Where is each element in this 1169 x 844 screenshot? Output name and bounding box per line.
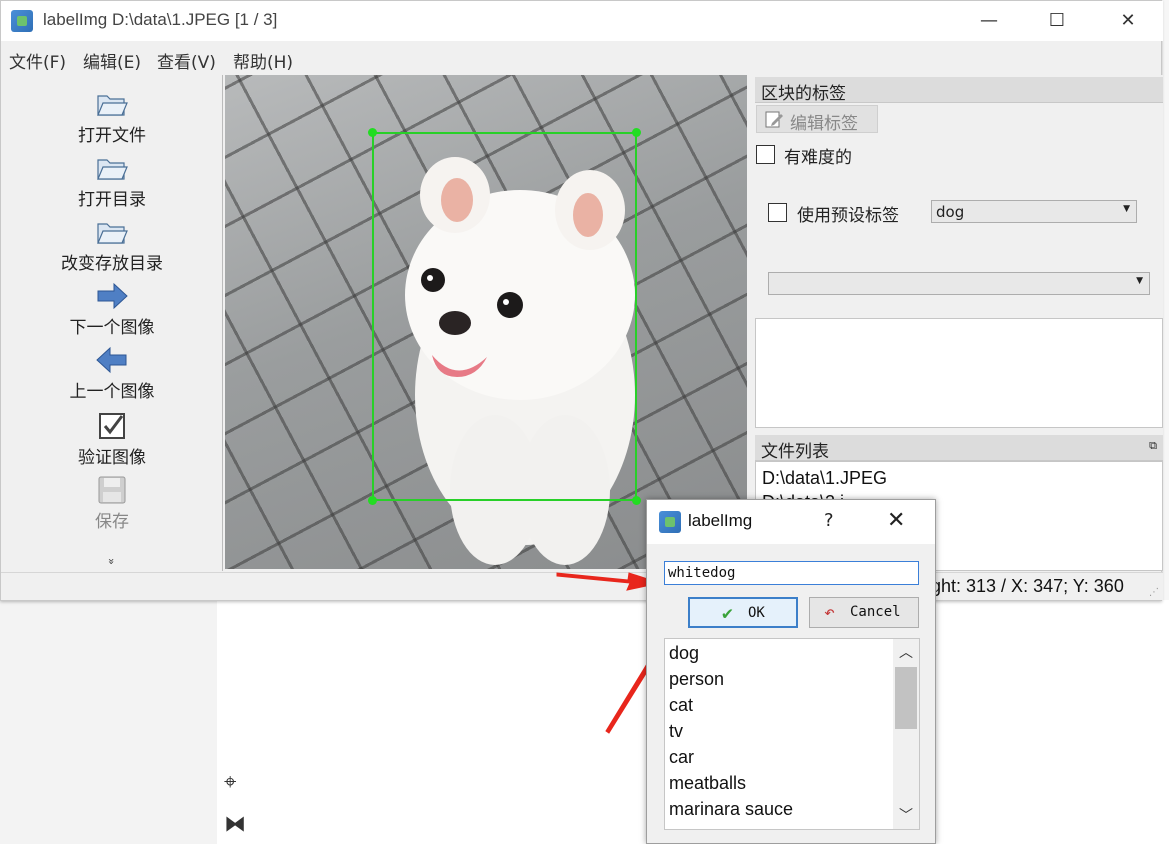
cancel-label: Cancel	[850, 604, 901, 620]
ok-button[interactable]: ✔ OK	[688, 597, 798, 628]
arrow-left-icon	[96, 346, 127, 374]
list-item[interactable]: tv	[669, 721, 683, 742]
edit-label-button[interactable]: 编辑标签	[756, 105, 878, 134]
annotation-bounding-box[interactable]	[368, 128, 641, 505]
menu-file[interactable]: 文件(F)	[9, 48, 66, 73]
edit-label-text: 编辑标签	[790, 114, 858, 134]
cancel-button[interactable]: ↶ Cancel	[809, 597, 919, 628]
list-item[interactable]: meatballs	[669, 773, 746, 794]
undo-arrow-icon: ↶	[824, 602, 835, 623]
label-input[interactable]	[664, 561, 919, 585]
scrollbar-thumb[interactable]	[895, 667, 917, 729]
box-label-list[interactable]	[755, 318, 1163, 428]
use-default-label-checkbox[interactable]	[768, 203, 787, 222]
file-list-header: 文件列表 ⧉	[755, 435, 1163, 462]
label-filter-combo[interactable]: ▼	[768, 272, 1150, 295]
bbox-handle[interactable]	[368, 128, 377, 137]
default-label-value: dog	[936, 203, 965, 221]
difficult-checkbox[interactable]	[756, 145, 775, 164]
list-item[interactable]: dog	[669, 643, 699, 664]
crosshair-icon[interactable]: ⌖	[224, 770, 236, 795]
chevron-down-icon: ▼	[1136, 276, 1143, 286]
arrow-right-icon	[97, 282, 128, 310]
save-disk-icon	[98, 476, 126, 504]
bbox-handle[interactable]	[368, 496, 377, 505]
status-bar: ght: 313 / X: 347; Y: 360 ⋰	[1, 572, 1163, 600]
menu-bar: 文件(F) 编辑(E) 查看(V) 帮助(H)	[1, 45, 701, 73]
file-list-item[interactable]: D:\data\1.JPEG	[762, 468, 887, 489]
list-item[interactable]: cat	[669, 695, 693, 716]
background-panel	[0, 600, 217, 844]
help-button[interactable]: ?	[824, 510, 834, 531]
next-image-label: 下一个图像	[69, 318, 155, 338]
chevron-down-icon: ▼	[1123, 204, 1130, 214]
dialog-title-bar: labelImg ? ✕	[647, 500, 935, 544]
change-save-dir-button[interactable]: 改变存放目录	[1, 217, 223, 274]
menu-help[interactable]: 帮助(H)	[233, 48, 293, 73]
list-item[interactable]: person	[669, 669, 724, 690]
prev-image-button[interactable]: 上一个图像	[1, 345, 223, 402]
box-labels-title: 区块的标签	[761, 84, 846, 104]
title-bar: labelImg D:\data\1.JPEG [1 / 3] — ☐ ✕	[1, 1, 1163, 41]
open-dir-button[interactable]: 打开目录	[1, 153, 223, 210]
dialog-title: labelImg	[688, 511, 753, 530]
folder-open-icon	[97, 223, 128, 244]
ok-label: OK	[748, 605, 765, 621]
box-labels-header: 区块的标签	[755, 77, 1163, 104]
app-icon	[659, 511, 681, 533]
status-text: ght: 313 / X: 347; Y: 360	[931, 576, 1124, 596]
toolbar-more-icon[interactable]: »	[105, 558, 118, 565]
label-dialog: labelImg ? ✕ ✔ OK ↶ Cancel dog person ca…	[646, 499, 936, 844]
labelimg-window: labelImg D:\data\1.JPEG [1 / 3] — ☐ ✕ 文件…	[0, 0, 1163, 601]
menu-edit[interactable]: 编辑(E)	[83, 48, 141, 73]
move-icon[interactable]: ⧓	[224, 812, 246, 837]
next-image-button[interactable]: 下一个图像	[1, 281, 223, 338]
folder-open-icon	[97, 95, 128, 116]
label-history-list[interactable]: dog person cat tv car meatballs marinara…	[664, 638, 920, 830]
list-scrollbar[interactable]: ︿ ﹀	[893, 639, 919, 829]
image-canvas[interactable]	[225, 75, 747, 569]
chevron-up-icon[interactable]: ︿	[899, 642, 913, 662]
checkbox-checked-icon	[99, 413, 125, 439]
check-icon: ✔	[722, 603, 733, 624]
file-list-title: 文件列表	[761, 442, 829, 462]
open-dir-label: 打开目录	[78, 190, 146, 210]
close-button[interactable]: ✕	[1108, 7, 1148, 35]
difficult-label: 有难度的	[784, 148, 852, 168]
dialog-close-button[interactable]: ✕	[887, 508, 905, 533]
right-dock: 区块的标签 编辑标签 有难度的 使用预设标签 dog ▼ ▼ 文件列表 ⧉ D:…	[753, 75, 1163, 571]
chevron-down-icon[interactable]: ﹀	[899, 805, 913, 825]
verify-image-label: 验证图像	[78, 448, 146, 468]
menu-view[interactable]: 查看(V)	[157, 48, 216, 73]
bbox-handle[interactable]	[632, 128, 641, 137]
folder-open-icon	[97, 159, 128, 180]
open-file-button[interactable]: 打开文件	[1, 89, 223, 146]
toolbar: 打开文件 打开目录 改变存放目录 下一个图像 上一个图像 验证图像 保存 »	[1, 75, 223, 571]
verify-image-button[interactable]: 验证图像	[1, 411, 223, 468]
minimize-button[interactable]: —	[969, 7, 1009, 35]
window-title: labelImg D:\data\1.JPEG [1 / 3]	[43, 10, 278, 29]
open-file-label: 打开文件	[78, 126, 146, 146]
use-default-label-text: 使用预设标签	[797, 206, 899, 226]
default-label-combo[interactable]: dog ▼	[931, 200, 1137, 223]
edit-icon	[765, 111, 783, 128]
list-item[interactable]: marinara sauce	[669, 799, 793, 820]
bbox-handle[interactable]	[632, 496, 641, 505]
maximize-button[interactable]: ☐	[1037, 7, 1077, 35]
undock-icon[interactable]: ⧉	[1149, 439, 1157, 453]
save-button[interactable]: 保存	[1, 475, 223, 532]
resize-grip-icon[interactable]: ⋰	[1149, 587, 1159, 598]
app-icon	[11, 10, 33, 32]
prev-image-label: 上一个图像	[69, 382, 155, 402]
save-label: 保存	[95, 512, 129, 532]
list-item[interactable]: car	[669, 747, 694, 768]
change-save-dir-label: 改变存放目录	[61, 254, 163, 274]
